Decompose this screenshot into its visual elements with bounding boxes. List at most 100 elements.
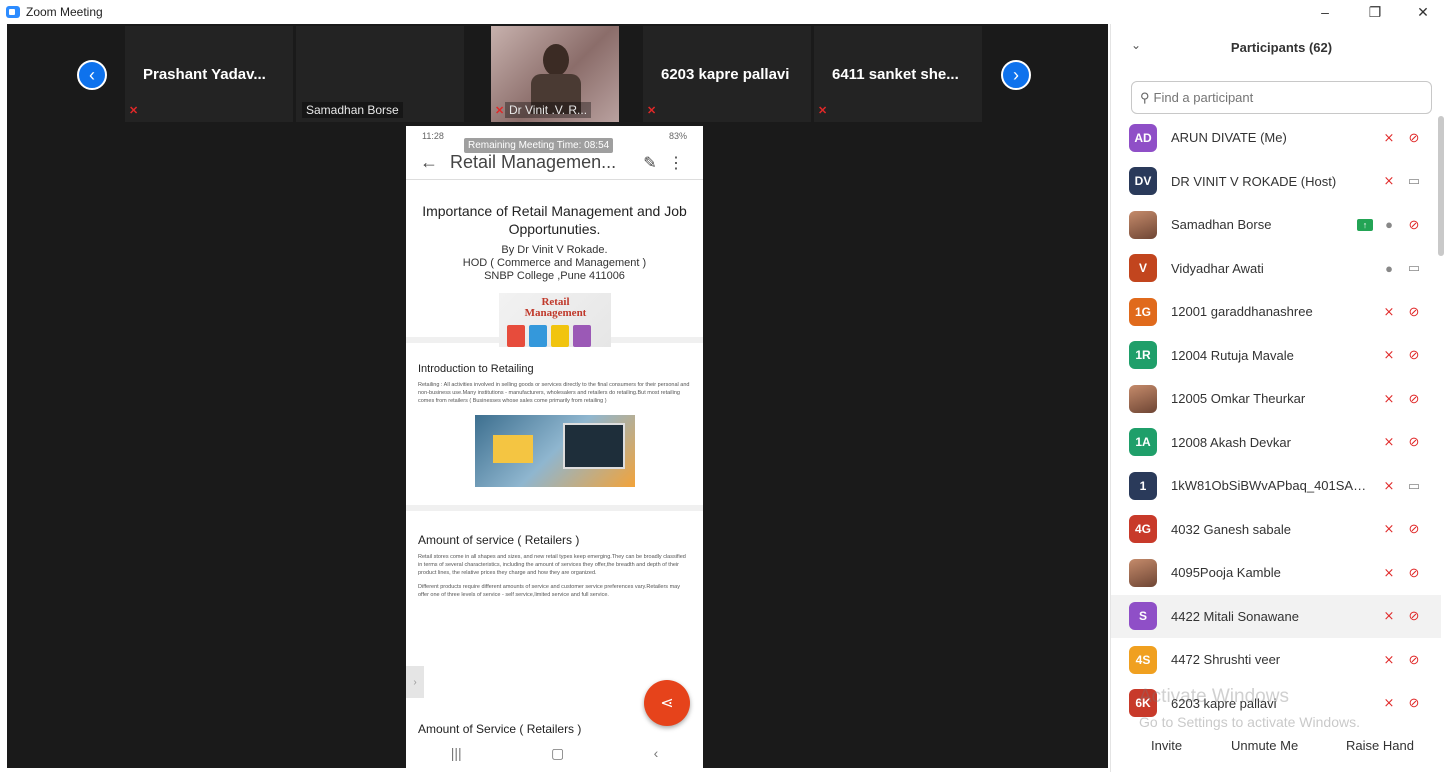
recent-apps-icon[interactable]: |||	[451, 745, 462, 761]
close-button[interactable]: ✕	[1400, 0, 1446, 24]
video-tile[interactable]: Samadhan Borse	[296, 26, 464, 122]
video-tile[interactable]: Prashant Yadav... ✕	[125, 26, 293, 122]
shopping-cart-image	[474, 415, 635, 487]
scrollbar[interactable]	[1438, 116, 1444, 256]
participant-name: 12005 Omkar Theurkar	[1171, 391, 1306, 407]
mic-muted-icon: ✕	[818, 105, 828, 117]
maximize-button[interactable]: ❐	[1352, 0, 1398, 24]
participant-name: ARUN DIVATE (Me)	[1171, 130, 1287, 146]
raise-hand-button[interactable]: Raise Hand	[1346, 738, 1414, 753]
participant-search[interactable]: ⚲	[1131, 81, 1432, 114]
pencil-icon[interactable]: ✎	[637, 153, 663, 173]
camera-off-icon: ⊘	[1408, 608, 1420, 624]
slide-heading: Amount of service ( Retailers )	[418, 533, 580, 547]
participant-row[interactable]: S 4422 Mitali Sonawane ⨯ ⊘	[1111, 594, 1441, 638]
camera-off-icon: ⊘	[1408, 695, 1420, 711]
share-button[interactable]: ⋖	[644, 680, 690, 726]
share-icon: ⋖	[660, 695, 674, 712]
participant-row[interactable]: 4G 4032 Ganesh sabale ⨯ ⊘	[1111, 508, 1441, 552]
mic-muted-icon: ⨯	[1383, 564, 1395, 580]
home-icon[interactable]: ▢	[551, 745, 564, 762]
unmute-me-button[interactable]: Unmute Me	[1231, 738, 1298, 753]
meeting-timer: Remaining Meeting Time: 08:54	[464, 138, 614, 153]
window-title: Zoom Meeting	[26, 5, 103, 19]
participant-name: 1kW81ObSiBWvAPbaq_401SAA...	[1171, 478, 1369, 494]
search-input[interactable]	[1153, 90, 1414, 105]
avatar: DV	[1129, 167, 1157, 196]
camera-off-icon: ⊘	[1408, 129, 1420, 145]
participant-label: Samadhan Borse	[302, 102, 403, 118]
avatar: 4S	[1129, 645, 1157, 674]
avatar: 1A	[1129, 428, 1157, 457]
next-page-button[interactable]: ›	[1001, 60, 1031, 90]
camera-icon: ▭	[1407, 477, 1421, 493]
camera-off-icon: ⊘	[1408, 564, 1420, 580]
participant-video	[543, 44, 569, 76]
retail-management-image: Retail Management	[498, 293, 611, 347]
back-arrow-icon[interactable]: ←	[420, 152, 442, 173]
participant-row[interactable]: DV DR VINIT V ROKADE (Host) ⨯ ▭	[1111, 160, 1441, 204]
mic-muted-icon: ⨯	[1383, 173, 1395, 189]
participant-name: 12001 garaddhanashree	[1171, 304, 1313, 320]
participant-name: 12004 Rutuja Mavale	[1171, 347, 1294, 363]
participant-label: Dr Vinit .V. R...	[505, 102, 592, 118]
avatar: 1R	[1129, 341, 1157, 370]
participant-row[interactable]: 4S 4472 Shrushti veer ⨯ ⊘	[1111, 638, 1441, 682]
participant-name: DR VINIT V ROKADE (Host)	[1171, 173, 1337, 189]
participant-row[interactable]: 12005 Omkar Theurkar ⨯ ⊘	[1111, 377, 1441, 421]
more-vert-icon[interactable]: ⋮	[663, 153, 689, 173]
video-tile-active[interactable]: Dr Vinit .V. R... ✕	[491, 26, 619, 122]
participant-row[interactable]: 1 1kW81ObSiBWvAPbaq_401SAA... ⨯ ▭	[1111, 464, 1441, 508]
previous-page-button[interactable]: ‹	[77, 60, 107, 90]
document-title: Retail Managemen...	[450, 152, 617, 172]
camera-off-icon: ⊘	[1408, 521, 1420, 537]
participant-row[interactable]: V Vidyadhar Awati ● ▭	[1111, 247, 1441, 291]
phone-nav-bar: ||| ▢ ‹	[406, 738, 703, 768]
participant-row[interactable]: Samadhan Borse ↑ ● ⊘	[1111, 203, 1441, 247]
avatar	[1129, 558, 1157, 587]
camera-icon: ▭	[1407, 260, 1421, 276]
mic-muted-icon: ⨯	[1383, 695, 1395, 711]
avatar: 1	[1129, 471, 1157, 500]
participant-row[interactable]: AD ARUN DIVATE (Me) ⨯ ⊘	[1111, 116, 1441, 160]
minimize-button[interactable]: –	[1302, 0, 1348, 24]
avatar	[1129, 384, 1157, 413]
participant-row[interactable]: 1G 12001 garaddhanashree ⨯ ⊘	[1111, 290, 1441, 334]
participant-name: 4472 Shrushti veer	[1171, 652, 1281, 668]
back-icon[interactable]: ‹	[654, 745, 659, 761]
mic-muted-icon: ⨯	[1383, 521, 1395, 537]
avatar: 4G	[1129, 515, 1157, 544]
video-tile[interactable]: 6203 kapre pallavi ✕	[643, 26, 811, 122]
panel-header: ⌄ Participants (62)	[1111, 24, 1452, 70]
mic-muted-icon: ⨯	[1383, 347, 1395, 363]
chevron-down-icon[interactable]: ⌄	[1131, 38, 1141, 52]
zoom-logo-icon	[6, 6, 20, 18]
camera-off-icon: ⊘	[1408, 216, 1420, 232]
participant-row[interactable]: 1A 12008 Akash Devkar ⨯ ⊘	[1111, 421, 1441, 465]
next-slide-heading: Amount of Service ( Retailers )	[418, 722, 582, 736]
search-icon: ⚲	[1140, 89, 1150, 105]
mic-muted-icon: ⨯	[1383, 390, 1395, 406]
participant-row[interactable]: 1R 12004 Rutuja Mavale ⨯ ⊘	[1111, 334, 1441, 378]
mic-icon: ●	[1385, 260, 1393, 276]
chevron-right-icon: ›	[1013, 64, 1019, 85]
participant-row[interactable]: 4095Pooja Kamble ⨯ ⊘	[1111, 551, 1441, 595]
activate-windows-hint: Go to Settings to activate Windows.	[1139, 714, 1360, 730]
panel-title: Participants (62)	[1230, 39, 1333, 55]
shared-screen[interactable]: 11:28 83% Remaining Meeting Time: 08:54 …	[406, 126, 703, 768]
participant-name: 4095Pooja Kamble	[1171, 565, 1281, 581]
mic-icon: ●	[1385, 217, 1393, 233]
avatar: 1G	[1129, 297, 1157, 326]
participant-name: 6411 sanket she...	[832, 66, 959, 83]
mic-muted-icon: ✕	[129, 105, 139, 117]
avatar	[1129, 210, 1157, 239]
slide-heading: Introduction to Retailing	[418, 363, 534, 375]
participant-name: 4422 Mitali Sonawane	[1171, 608, 1299, 624]
meeting-stage: ‹ Prashant Yadav... ✕ Samadhan Borse Dr …	[7, 24, 1108, 768]
mic-muted-icon: ✕	[495, 105, 505, 117]
slide-heading: Importance of Retail Management and Job …	[422, 203, 687, 237]
video-tile[interactable]: 6411 sanket she... ✕	[814, 26, 982, 122]
side-panel-handle[interactable]: ›	[406, 666, 424, 698]
mic-muted-icon: ⨯	[1383, 477, 1395, 493]
invite-button[interactable]: Invite	[1151, 738, 1182, 753]
